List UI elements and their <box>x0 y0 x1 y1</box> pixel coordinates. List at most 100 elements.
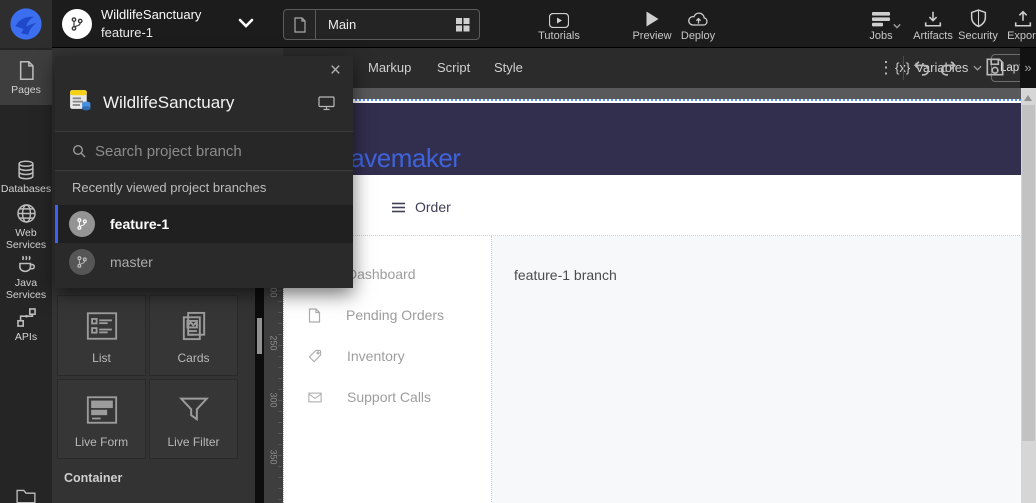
page-selector-value: Main <box>316 17 455 32</box>
widget-label: Live Form <box>58 435 145 449</box>
sidebar-item-label: Java Services <box>0 277 52 302</box>
canvas-nav-inventory[interactable]: Inventory <box>308 348 405 364</box>
branch-item-feature-1[interactable]: feature-1 <box>55 205 353 243</box>
widget-label: List <box>58 351 145 365</box>
list-widget-icon <box>58 310 145 342</box>
branch-search-input[interactable] <box>95 143 325 160</box>
studio-sidebar: Pages Databases Web Services Java Servic… <box>0 48 52 503</box>
sidebar-item-label: Pages <box>0 84 52 96</box>
canvas-tab-order[interactable]: Order <box>392 199 451 215</box>
deploy-cloud-icon <box>670 6 726 28</box>
widget-label: Live Filter <box>150 435 237 449</box>
horizontal-ruler <box>283 88 1021 99</box>
scrollbar-thumb[interactable] <box>1022 105 1035 441</box>
project-branch-avatar[interactable] <box>62 9 92 39</box>
close-icon[interactable]: × <box>330 60 341 82</box>
search-icon <box>72 144 86 158</box>
project-branch-name: feature-1 <box>101 25 153 40</box>
wavemaker-logo[interactable] <box>0 0 52 48</box>
ruler-mark: 300 <box>269 391 279 410</box>
sidebar-item-apis[interactable]: APIs <box>0 307 52 343</box>
canvas-tab-label: Order <box>415 199 451 215</box>
coffee-cup-icon <box>0 253 52 274</box>
tab-style[interactable]: Style <box>494 48 523 88</box>
canvas-content-panel[interactable]: feature-1 branch <box>492 236 1022 503</box>
project-app-icon <box>68 88 93 113</box>
sidebar-item-web-services[interactable]: Web Services <box>0 203 52 252</box>
branch-search-row <box>55 131 353 171</box>
app-header-widget[interactable]: wavemaker <box>285 103 1022 175</box>
ruler-mark: 250 <box>269 334 279 353</box>
canvas-page[interactable]: wavemaker Order Dashboard Pending Order <box>283 99 1021 503</box>
sidebar-item-label: Web Services <box>0 227 52 252</box>
canvas-vertical-scrollbar[interactable] <box>1021 88 1036 503</box>
branch-item-master[interactable]: master <box>55 243 353 281</box>
jobs-chevron-icon[interactable] <box>893 23 901 29</box>
sidebar-item-pages[interactable]: Pages <box>0 50 52 105</box>
dropdown-project-name: WildlifeSanctuary <box>103 93 234 113</box>
document-icon <box>308 308 321 323</box>
monitor-icon[interactable] <box>318 96 335 111</box>
deploy-label: Deploy <box>670 30 726 42</box>
project-name: WildlifeSanctuary <box>101 7 201 22</box>
widget-tile-list[interactable]: List <box>57 295 146 376</box>
grid-view-icon[interactable] <box>455 17 479 32</box>
widget-label: Cards <box>150 351 237 365</box>
branch-name: master <box>110 254 153 270</box>
pages-icon <box>0 60 52 81</box>
envelope-icon <box>308 392 322 403</box>
wavemaker-studio: wavemaker Order Dashboard Pending Order <box>0 0 1036 503</box>
redo-button[interactable] <box>938 57 959 78</box>
sidebar-item-label: Databases <box>0 183 52 195</box>
tutorials-youtube-icon <box>531 6 587 28</box>
sidebar-item-label: APIs <box>0 331 52 343</box>
widget-tile-live-form[interactable]: Live Form <box>57 379 146 459</box>
undo-button[interactable] <box>911 57 932 78</box>
canvas-nav-label: Dashboard <box>347 266 416 282</box>
sidebar-item-java-services[interactable]: Java Services <box>0 253 52 302</box>
branch-name: feature-1 <box>110 216 169 232</box>
canvas-nav-label: Support Calls <box>347 389 431 405</box>
recent-branches-label: Recently viewed project branches <box>72 180 266 195</box>
deploy-button[interactable]: Deploy <box>670 6 726 42</box>
ruler-mark: 350 <box>269 448 279 467</box>
palette-scrollbar-thumb[interactable] <box>257 318 262 354</box>
expand-panel-button[interactable]: » <box>1020 48 1036 88</box>
chevron-down-icon <box>973 65 982 71</box>
more-options-button[interactable]: ⋮ <box>876 48 896 88</box>
canvas-nav-label: Pending Orders <box>346 307 444 323</box>
widget-tile-cards[interactable]: Cards <box>149 295 238 376</box>
tab-markup[interactable]: Markup <box>368 48 411 88</box>
export-button[interactable]: Export <box>995 6 1036 42</box>
page-selector[interactable]: Main <box>283 9 480 40</box>
jobs-label: Jobs <box>853 30 909 42</box>
canvas-nav-support-calls[interactable]: Support Calls <box>308 389 431 405</box>
widget-tile-live-filter[interactable]: Live Filter <box>149 379 238 459</box>
folder-icon <box>0 488 52 503</box>
apis-icon <box>0 307 52 328</box>
tutorials-label: Tutorials <box>531 30 587 42</box>
palette-section-container[interactable]: Container <box>64 471 122 485</box>
tab-script[interactable]: Script <box>437 48 470 88</box>
design-canvas: wavemaker Order Dashboard Pending Order <box>283 88 1021 503</box>
tutorials-button[interactable]: Tutorials <box>531 6 587 42</box>
canvas-nav-pending-orders[interactable]: Pending Orders <box>308 307 444 323</box>
hamburger-icon <box>392 202 406 213</box>
cards-widget-icon <box>150 310 237 342</box>
tag-icon <box>308 349 322 363</box>
project-switcher-chevron-icon[interactable] <box>238 18 254 28</box>
sidebar-item-databases[interactable]: Databases <box>0 160 52 195</box>
project-branch-dropdown: × WildlifeSanctuary Recently viewed pro <box>55 56 353 288</box>
canvas-nav-label: Inventory <box>347 348 405 364</box>
export-upload-icon <box>995 6 1036 28</box>
scroll-up-arrow-icon[interactable] <box>1024 95 1032 101</box>
canvas-content-text: feature-1 branch <box>514 267 617 283</box>
sidebar-item-file-explorer[interactable] <box>0 488 52 503</box>
git-branch-icon <box>69 211 95 237</box>
database-icon <box>0 160 52 180</box>
live-form-widget-icon <box>58 394 145 426</box>
studio-topbar: WildlifeSanctuary feature-1 Main Tutoria… <box>0 0 1036 48</box>
toolbar-divider <box>903 56 904 80</box>
save-button[interactable] <box>984 56 1006 78</box>
git-branch-icon <box>69 249 95 275</box>
